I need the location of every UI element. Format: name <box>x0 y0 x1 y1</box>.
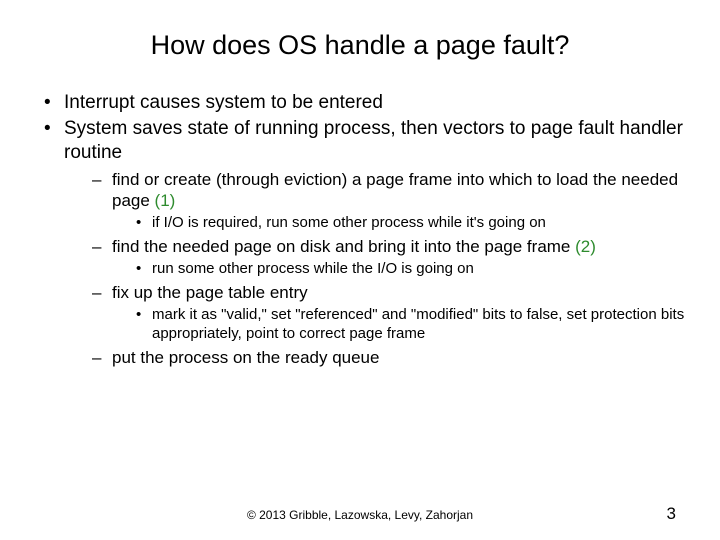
bullet-text: System saves state of running process, t… <box>64 118 683 163</box>
dash-text: find the needed page on disk and bring i… <box>112 237 575 256</box>
bullet-item: System saves state of running process, t… <box>44 117 690 368</box>
dash-item: find or create (through eviction) a page… <box>92 170 690 233</box>
dot-list: mark it as "valid," set "referenced" and… <box>136 306 690 344</box>
dot-item: mark it as "valid," set "referenced" and… <box>136 306 690 344</box>
bullet-list: Interrupt causes system to be entered Sy… <box>44 91 690 368</box>
page-number: 3 <box>667 504 676 524</box>
dot-item: run some other process while the I/O is … <box>136 260 690 279</box>
step-number: (2) <box>575 237 596 256</box>
dot-item: if I/O is required, run some other proce… <box>136 214 690 233</box>
copyright-footer: © 2013 Gribble, Lazowska, Levy, Zahorjan <box>0 508 720 522</box>
dash-list: find or create (through eviction) a page… <box>92 170 690 368</box>
dash-text: find or create (through eviction) a page… <box>112 170 678 209</box>
dash-text: fix up the page table entry <box>112 283 308 302</box>
dot-list: run some other process while the I/O is … <box>136 260 690 279</box>
slide-title: How does OS handle a page fault? <box>30 30 690 61</box>
dash-item: find the needed page on disk and bring i… <box>92 237 690 279</box>
dash-item: put the process on the ready queue <box>92 348 690 368</box>
step-number: (1) <box>155 191 176 210</box>
bullet-item: Interrupt causes system to be entered <box>44 91 690 115</box>
dot-list: if I/O is required, run some other proce… <box>136 214 690 233</box>
dash-item: fix up the page table entry mark it as "… <box>92 283 690 344</box>
